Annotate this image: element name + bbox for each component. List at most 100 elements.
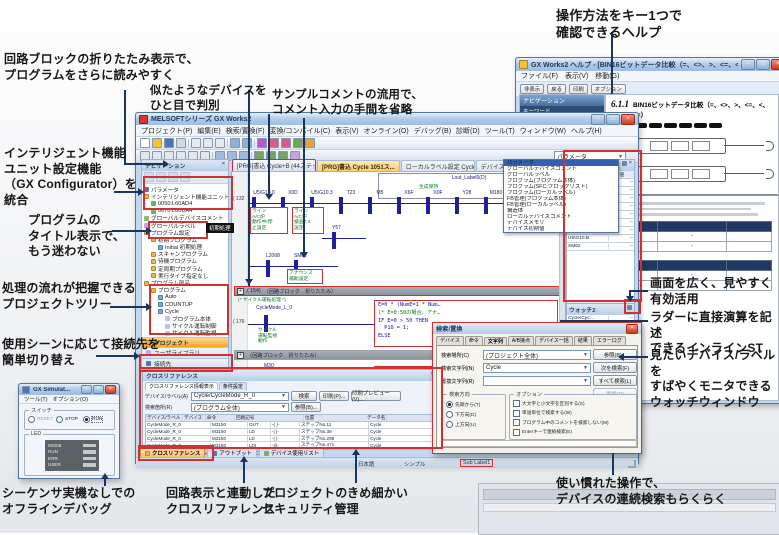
menu-item[interactable]: ヘルプ(H) xyxy=(571,126,602,136)
help-toolbar-button[interactable]: オプション xyxy=(591,84,626,94)
resize-grip[interactable] xyxy=(628,460,636,468)
menu-item[interactable]: 表示(V) xyxy=(335,126,358,136)
help-toolbar-button[interactable]: 戻る xyxy=(547,84,566,94)
nav-sort-icon[interactable] xyxy=(156,172,166,182)
read-plc-icon[interactable] xyxy=(281,138,291,148)
copy-icon[interactable] xyxy=(203,138,213,148)
find-next-button[interactable]: 次を検索(F) xyxy=(593,362,637,373)
maximize-icon[interactable]: □ xyxy=(93,385,104,394)
print-icon[interactable] xyxy=(176,138,186,148)
help-menu-item[interactable]: 移動(G) xyxy=(595,71,619,81)
tree-item-program[interactable]: プログラム xyxy=(144,287,228,294)
nav-collapse-icon[interactable] xyxy=(180,172,190,182)
navigation-titlebar[interactable]: ナビゲーション × xyxy=(142,160,228,171)
pin-icon[interactable] xyxy=(622,161,627,166)
option-checkbox[interactable]: プログラム中のコメントを検索しない(M) xyxy=(513,419,633,426)
help-toolbar-button[interactable]: 印刷 xyxy=(569,84,588,94)
xref-column-header[interactable]: データ名 xyxy=(366,415,387,421)
xref-column-header[interactable]: 命令 xyxy=(206,415,235,421)
dialog-tab[interactable]: デバイス xyxy=(436,336,464,345)
ladder-contact[interactable]: L2068 xyxy=(266,254,280,278)
menu-item[interactable]: プロジェクト(P) xyxy=(141,126,192,136)
dialog-titlebar[interactable]: 検索/置換 × xyxy=(433,323,641,334)
dialog-tab[interactable]: デバイス一括 xyxy=(535,336,573,345)
menu-item[interactable]: 検索/置換(F) xyxy=(226,126,265,136)
watch-row[interactable]: SM62 -- xyxy=(567,243,634,251)
menu-item[interactable]: 編集(E) xyxy=(197,126,220,136)
nav-filter-icon[interactable] xyxy=(144,172,154,182)
print-preview-button[interactable]: 印刷プレビュー(V)... xyxy=(351,391,401,401)
nav-expand-icon[interactable] xyxy=(168,172,178,182)
undo-icon[interactable] xyxy=(230,138,240,148)
help-toolbar-button[interactable]: 非表示 xyxy=(520,84,544,94)
close-icon[interactable]: × xyxy=(629,161,632,170)
replace-combo[interactable]: ▼ xyxy=(483,376,591,386)
menu-item[interactable]: デバッグ(B) xyxy=(414,126,451,136)
radio-reset[interactable]: RESET xyxy=(28,416,53,423)
print-button[interactable]: 印刷(P)... xyxy=(319,391,349,401)
menu-item[interactable]: 診断(D) xyxy=(456,126,480,136)
xref-device-combo[interactable]: Cycle/CycleMode_R_0▼ xyxy=(191,392,289,401)
direction-radio[interactable]: 上方向(U) xyxy=(446,421,502,428)
menu-item[interactable]: オンライン(O) xyxy=(364,126,409,136)
xref-tab-info[interactable]: クロスリファレンス情報表示 xyxy=(145,382,218,390)
xref-column-header[interactable]: デバイス xyxy=(183,415,206,421)
help-titlebar[interactable]: GX Works2 ヘルプ - [BIN16ビットデータ比較（=、<>、>、<=… xyxy=(516,58,779,71)
menu-item[interactable]: 変換/コンパイル(C) xyxy=(270,126,331,136)
paste-icon[interactable] xyxy=(215,138,225,148)
find-where-combo[interactable]: (プロジェクト全体)▼ xyxy=(483,350,591,360)
watch2-titlebar[interactable]: ウォッチ2 xyxy=(567,304,634,315)
ladder-contact[interactable]: T23 xyxy=(339,191,363,215)
menu-item[interactable]: オプション(O) xyxy=(53,395,88,403)
expand-plus-icon[interactable]: + xyxy=(237,352,244,359)
option-checkbox[interactable]: Enterキーで連続検索(E) xyxy=(513,429,633,436)
redo-icon[interactable] xyxy=(242,138,252,148)
ladder-contact[interactable]: Y28 xyxy=(455,191,479,215)
write-plc-icon[interactable] xyxy=(269,138,279,148)
option-checkbox[interactable]: 単語単位で検索する(W) xyxy=(513,410,633,417)
save-icon[interactable] xyxy=(164,138,174,148)
xref-titlebar[interactable]: クロスリファレンス × xyxy=(143,370,437,381)
collapsed-circuit-block[interactable]: + ( 154) （回路ブロック 折りたたみ） xyxy=(234,286,561,296)
close-icon[interactable]: × xyxy=(621,114,635,125)
maximize-icon[interactable]: □ xyxy=(756,59,770,70)
ladder-contact[interactable]: M5 xyxy=(368,191,392,215)
direction-radio[interactable]: 下方向(D) xyxy=(446,411,502,418)
dialog-tab[interactable]: A/B接点 xyxy=(508,336,534,345)
browse-button[interactable]: 参照(B)... xyxy=(291,402,321,412)
xref-column-header[interactable]: 回路記号 xyxy=(235,415,304,421)
new-project-icon[interactable] xyxy=(140,138,150,148)
find-all-button[interactable]: すべて検索(L) xyxy=(593,375,637,386)
xref-search-button[interactable]: 検索 xyxy=(291,391,317,401)
minimize-icon[interactable]: − xyxy=(591,114,605,125)
device-comment-icon[interactable] xyxy=(305,138,315,148)
xref-column-header[interactable]: デバイス/ラベル xyxy=(146,415,183,421)
simulator-titlebar[interactable]: GX Simulat... − □ × xyxy=(19,384,119,395)
help-menu-item[interactable]: ファイル(F) xyxy=(521,71,558,81)
tree-item-auto[interactable]: Auto xyxy=(144,294,228,301)
tree-item-pou[interactable]: プログラム部品 xyxy=(144,279,228,286)
ladder-contact[interactable]: X6F xyxy=(397,191,421,215)
radio-stop[interactable]: STOP xyxy=(56,416,78,423)
minimize-icon[interactable]: − xyxy=(81,385,92,394)
tree-item-cycle-monitor[interactable]: サイクル運転監視 xyxy=(144,330,228,337)
dialog-tab[interactable]: 結果 xyxy=(574,336,592,345)
xref-scope-combo[interactable]: (プログラム全体)▼ xyxy=(191,403,289,412)
dialog-tab[interactable]: エラーログ xyxy=(593,336,626,345)
tree-item-countup[interactable]: COUNTUP xyxy=(144,301,228,308)
tree-item-intelligent[interactable]: インテリジェント機能ユニット xyxy=(144,193,228,200)
close-icon[interactable]: × xyxy=(626,324,638,334)
table-row[interactable]: CycleMode_R_0M3150 LD-| |- ステップNo.298Cyc… xyxy=(146,436,434,443)
menu-item[interactable]: ツール(T) xyxy=(24,395,48,403)
menu-item[interactable]: ウィンドウ(W) xyxy=(520,126,566,136)
direction-radio[interactable]: 先頭から(T) xyxy=(446,401,502,408)
verify-icon[interactable] xyxy=(293,138,303,148)
close-icon[interactable]: × xyxy=(105,385,116,394)
browse-button[interactable]: 参照(B)... xyxy=(593,349,637,360)
find-what-combo[interactable]: Cycle▼ xyxy=(483,363,591,373)
xref-column-header[interactable]: 位置 xyxy=(304,415,366,421)
open-project-icon[interactable] xyxy=(152,138,162,148)
dropdown-item[interactable]: デバイス初期値 xyxy=(504,226,618,232)
table-row[interactable]: CycleMode_R_0M3150 OUT-( )- ステップNo.11Cyc… xyxy=(146,422,434,429)
watch-row[interactable]: U5\G10.B -- xyxy=(567,235,634,243)
